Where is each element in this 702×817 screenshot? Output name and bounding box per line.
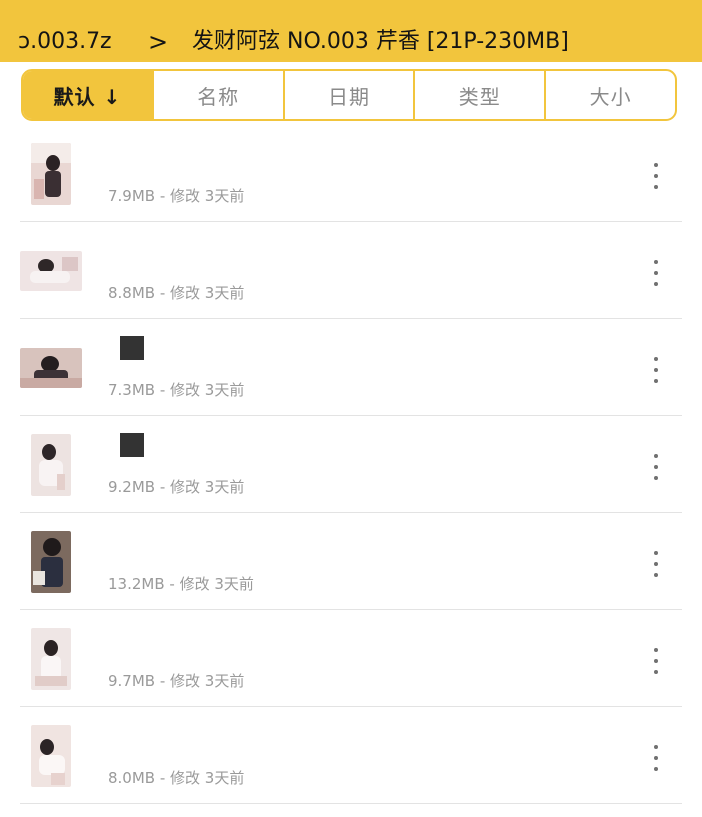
file-name-redacted bbox=[108, 242, 368, 266]
file-meta: 8.8MB - 修改 3天前 bbox=[108, 284, 245, 302]
more-options-icon[interactable] bbox=[650, 551, 662, 577]
file-name-redacted bbox=[108, 727, 368, 751]
file-meta: 9.7MB - 修改 3天前 bbox=[108, 672, 245, 690]
image-thumbnail[interactable] bbox=[20, 348, 82, 388]
image-thumbnail[interactable] bbox=[31, 531, 71, 593]
file-meta: 13.2MB - 修改 3天前 bbox=[108, 575, 254, 593]
more-options-icon[interactable] bbox=[650, 260, 662, 286]
list-item[interactable]: 9.7MB - 修改 3天前 bbox=[20, 610, 682, 707]
sort-tab-date[interactable]: 日期 bbox=[282, 71, 414, 119]
breadcrumb-chevron-right-icon: > bbox=[148, 28, 169, 56]
image-thumbnail[interactable] bbox=[31, 725, 71, 787]
file-meta: 9.2MB - 修改 3天前 bbox=[108, 478, 245, 496]
file-meta: 7.3MB - 修改 3天前 bbox=[108, 381, 245, 399]
sort-tab-size[interactable]: 大小 bbox=[544, 71, 675, 119]
sort-tab-bar: 默认 ↓ 名称 日期 类型 大小 bbox=[21, 69, 677, 121]
image-thumbnail[interactable] bbox=[31, 434, 71, 496]
breadcrumb-current-folder[interactable]: 发财阿弦 NO.003 芹香 [21P-230MB] bbox=[192, 0, 569, 62]
more-options-icon[interactable] bbox=[650, 648, 662, 674]
redaction-block bbox=[120, 336, 144, 360]
more-options-icon[interactable] bbox=[650, 745, 662, 771]
list-item[interactable]: 7.9MB - 修改 3天前 bbox=[20, 125, 682, 222]
redaction-block bbox=[120, 433, 144, 457]
list-item[interactable]: 9.2MB - 修改 3天前 bbox=[20, 416, 682, 513]
file-name-redacted bbox=[108, 630, 368, 654]
breadcrumb-parent-folder[interactable]: ɔ.003.7z bbox=[18, 0, 112, 62]
sort-tab-default[interactable]: 默认 ↓ bbox=[23, 71, 152, 119]
more-options-icon[interactable] bbox=[650, 454, 662, 480]
list-item[interactable]: 8.0MB - 修改 3天前 bbox=[20, 707, 682, 804]
more-options-icon[interactable] bbox=[650, 163, 662, 189]
top-bar: ɔ.003.7z > 发财阿弦 NO.003 芹香 [21P-230MB] bbox=[0, 0, 702, 62]
file-name-redacted bbox=[108, 533, 368, 557]
sort-tab-type[interactable]: 类型 bbox=[413, 71, 544, 119]
image-thumbnail[interactable] bbox=[31, 143, 71, 205]
list-item[interactable]: 8.8MB - 修改 3天前 bbox=[20, 222, 682, 319]
file-meta: 8.0MB - 修改 3天前 bbox=[108, 769, 245, 787]
sort-tab-name[interactable]: 名称 bbox=[151, 71, 283, 119]
file-name-redacted bbox=[108, 145, 368, 169]
file-list: 7.9MB - 修改 3天前 8.8MB - 修改 3天前 7.3MB - 修改… bbox=[0, 125, 702, 804]
image-thumbnail[interactable] bbox=[20, 251, 82, 291]
list-item[interactable]: 13.2MB - 修改 3天前 bbox=[20, 513, 682, 610]
more-options-icon[interactable] bbox=[650, 357, 662, 383]
list-item[interactable]: 7.3MB - 修改 3天前 bbox=[20, 319, 682, 416]
file-meta: 7.9MB - 修改 3天前 bbox=[108, 187, 245, 205]
image-thumbnail[interactable] bbox=[31, 628, 71, 690]
